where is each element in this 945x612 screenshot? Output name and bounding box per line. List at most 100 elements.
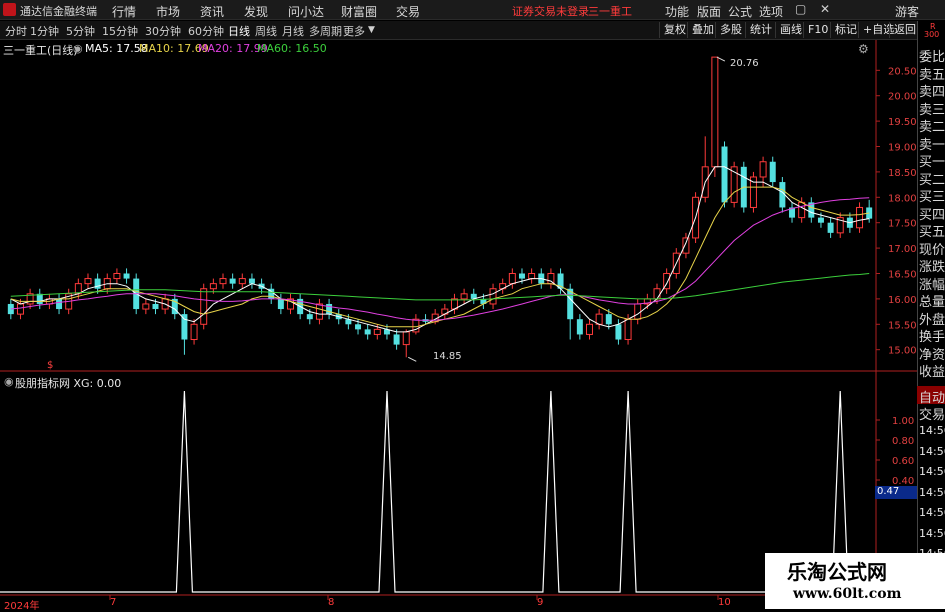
current-stock-name: 三一重工	[588, 5, 632, 18]
candle-body-up	[315, 303, 323, 320]
period-5min[interactable]: 5分钟	[66, 23, 95, 39]
candle-body-up	[16, 303, 24, 315]
side-label-16: 换手	[919, 330, 945, 345]
x-axis-label-year: 2024年	[4, 601, 40, 612]
candle-body-down	[248, 278, 255, 284]
app-logo-icon	[3, 3, 16, 16]
candle-body-up	[460, 293, 468, 300]
candle-body-up	[624, 318, 632, 341]
candle-body-up	[856, 206, 864, 229]
candle-body-down	[364, 329, 371, 335]
indicator-label: 股朋指标网 XG: 0.00	[15, 377, 122, 390]
candle-body-up	[508, 272, 516, 285]
candle-body-down	[721, 146, 728, 203]
guest-label[interactable]: 游客	[895, 3, 919, 20]
period-30min[interactable]: 30分钟	[145, 23, 181, 39]
period-more[interactable]: 更多	[343, 23, 365, 39]
tool-f10[interactable]: F10	[803, 22, 832, 38]
period-toolbar: 分时 1分钟 5分钟 15分钟 30分钟 60分钟 日线 周线 月线 多周期 更…	[0, 21, 945, 40]
side-label-7: 买二	[919, 172, 945, 188]
candle-body-up	[190, 323, 198, 341]
price-tick-label: 17.50	[888, 219, 917, 230]
window-restore-icon[interactable]: ▢	[795, 2, 806, 16]
menu-item-xuanxiang[interactable]: 选项	[759, 3, 783, 20]
period-15min[interactable]: 15分钟	[102, 23, 138, 39]
more-dropdown-icon[interactable]: ▼	[368, 25, 375, 35]
candle-body-down	[518, 273, 525, 279]
candle-body-down	[615, 324, 622, 340]
side-label-8: 买三	[919, 190, 945, 205]
menu-item-hangqing[interactable]: 行情	[112, 3, 136, 20]
candle-body-up	[528, 272, 536, 280]
menu-item-gongshi[interactable]: 公式	[728, 3, 752, 20]
candle-body-up	[653, 288, 661, 300]
menu-item-jiaoyi[interactable]: 交易	[396, 3, 420, 20]
candle-body-up	[209, 283, 217, 290]
candle-body-down	[152, 303, 159, 310]
menu-item-caifuquan[interactable]: 财富圈	[341, 3, 377, 20]
side-label-12: 涨跌	[919, 260, 945, 275]
tool-duogu[interactable]: 多股	[715, 22, 746, 38]
candle-body-up	[113, 272, 121, 280]
menu-item-banmian[interactable]: 版面	[697, 3, 721, 20]
price-tick-label: 19.50	[888, 117, 917, 128]
period-multi[interactable]: 多周期	[309, 23, 342, 39]
tool-huaxian[interactable]: 画线	[775, 22, 806, 38]
app-name: 通达信金融终端	[20, 5, 97, 18]
candle-body-up	[200, 288, 208, 325]
tool-back[interactable]: 返回	[889, 22, 920, 38]
side-label-18: 收益	[919, 365, 945, 380]
ma-line-ma5	[10, 166, 870, 333]
indicator-current-value: 0.47	[875, 486, 917, 499]
candle-body-up	[489, 288, 497, 305]
candle-body-down	[576, 319, 583, 335]
side-time-2: 14:56	[919, 465, 945, 478]
candle-body-down	[229, 278, 236, 284]
ma-line-ma20	[10, 197, 870, 321]
candle-body-down	[605, 314, 612, 325]
side-time-1: 14:56	[919, 444, 945, 458]
side-label-2: 卖四	[919, 85, 945, 100]
period-weekly[interactable]: 周线	[255, 23, 277, 39]
low-price-label: 14.85	[433, 351, 462, 362]
period-1min[interactable]: 1分钟	[30, 23, 59, 39]
side-time-0: 14:56	[919, 424, 945, 437]
side-label-5: 卖一	[919, 137, 945, 153]
candle-body-down	[769, 161, 776, 183]
trade-login-status[interactable]: 证券交易未登录	[512, 3, 589, 19]
candle-body-down	[567, 288, 574, 320]
candle-body-down	[355, 324, 362, 330]
period-monthly[interactable]: 月线	[282, 23, 304, 39]
watermark-url: www.60lt.com	[793, 586, 902, 602]
period-daily[interactable]: 日线	[228, 23, 250, 39]
period-fenshi[interactable]: 分时	[5, 23, 27, 39]
price-tick-label: 20.00	[888, 92, 917, 103]
menu-item-zixun[interactable]: 资讯	[200, 3, 224, 20]
price-tick-label: 16.00	[888, 295, 917, 306]
candle-body-down	[817, 217, 824, 223]
menu-item-wenxiaoda[interactable]: 问小达	[288, 3, 324, 20]
tool-biaoji[interactable]: 标记	[830, 22, 861, 38]
side-label-17: 净资	[919, 347, 945, 363]
pin-icon[interactable]: ✕	[820, 2, 830, 16]
menu-item-shichang[interactable]: 市场	[156, 3, 180, 20]
indicator-settings-icon[interactable]: ◉	[4, 375, 14, 388]
x-axis-label-jul: 7	[110, 597, 117, 608]
tool-tongji[interactable]: 统计	[745, 22, 776, 38]
side-label-6: 买一	[919, 155, 945, 170]
candle-body-up	[711, 56, 719, 168]
settings-gear-icon[interactable]: ⚙	[858, 42, 869, 56]
x-axis-label-sep: 9	[537, 597, 544, 608]
tool-diejia[interactable]: 叠加	[687, 22, 718, 38]
candle-body-down	[56, 298, 63, 310]
chart-settings-icon[interactable]: ◉	[73, 42, 83, 55]
tool-fuquan[interactable]: 复权	[659, 22, 690, 38]
side-label-trade[interactable]: 交易	[919, 404, 945, 423]
menu-item-gongneng[interactable]: 功能	[665, 3, 689, 20]
menu-item-faxian[interactable]: 发现	[244, 3, 268, 20]
kline-chart-area[interactable]: 20.50 20.00 19.50 19.00 18.50 18.00 17.50 17.00…	[0, 40, 945, 609]
candle-body-up	[585, 323, 593, 335]
side-label-9: 买四	[919, 207, 945, 223]
title-bar: 通达信金融终端 行情 市场 资讯 发现 问小达 财富圈 交易 证券交易未登录 三…	[0, 0, 945, 20]
period-60min[interactable]: 60分钟	[188, 23, 224, 39]
